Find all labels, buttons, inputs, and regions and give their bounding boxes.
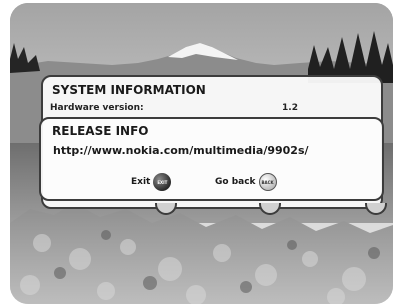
- release-info-dialog: RELEASE INFO http://www.nokia.com/multim…: [39, 117, 384, 201]
- release-info-url: http://www.nokia.com/multimedia/9902s/: [53, 144, 309, 157]
- exit-button-label: Exit: [131, 177, 151, 187]
- exit-key-icon: EXIT: [153, 173, 172, 191]
- go-back-button-label: Go back: [215, 177, 256, 187]
- tv-screen: SYSTEM INFORMATION Hardware version: 1.2…: [10, 3, 393, 304]
- back-key-icon: BACK: [258, 173, 277, 191]
- release-info-title: RELEASE INFO: [52, 124, 149, 138]
- hardware-version-value: 1.2: [282, 103, 298, 113]
- exit-button[interactable]: Exit EXIT: [131, 173, 172, 191]
- system-information-title: SYSTEM INFORMATION: [52, 83, 206, 97]
- hardware-version-label: Hardware version:: [50, 103, 144, 113]
- hardware-version-row: Hardware version: 1.2: [50, 103, 374, 117]
- back-key-label: BACK: [261, 179, 274, 185]
- go-back-button[interactable]: Go back BACK: [215, 173, 277, 191]
- exit-key-label: EXIT: [157, 179, 168, 185]
